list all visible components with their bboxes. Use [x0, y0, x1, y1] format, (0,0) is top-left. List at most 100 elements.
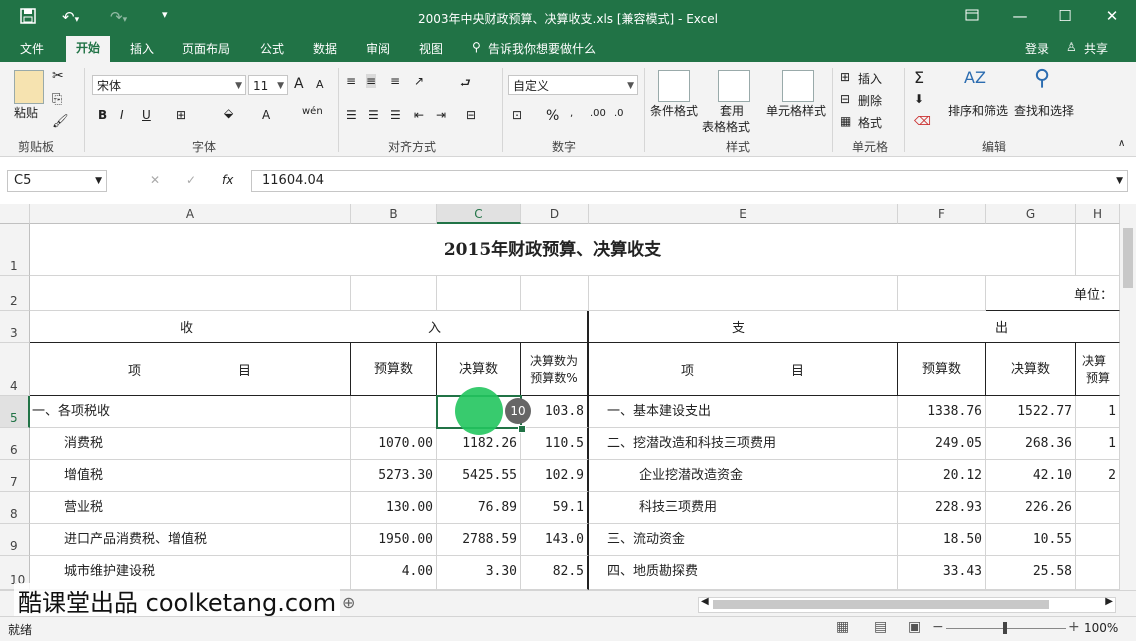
- cell-d7[interactable]: 102.9: [521, 460, 589, 492]
- percent-button[interactable]: %: [546, 108, 559, 124]
- paste-button-label[interactable]: 粘贴: [14, 104, 38, 121]
- align-left-icon[interactable]: ☰: [346, 108, 357, 122]
- clear-icon[interactable]: ⌫: [914, 114, 931, 128]
- close-icon[interactable]: ✕: [1092, 7, 1132, 25]
- cell-c2[interactable]: [437, 276, 521, 311]
- share-button[interactable]: 共享: [1084, 40, 1108, 57]
- cell-a6[interactable]: 消费税: [30, 428, 351, 460]
- tab-file[interactable]: 文件: [20, 40, 44, 57]
- column-header-f[interactable]: F: [898, 204, 986, 224]
- hdr-pct-income[interactable]: 决算数为 预算数%: [521, 343, 589, 396]
- ribbon-display-icon[interactable]: [952, 7, 992, 25]
- cell-g7[interactable]: 42.10: [986, 460, 1076, 492]
- horizontal-scroll-thumb[interactable]: [713, 600, 1049, 609]
- align-bottom-icon[interactable]: ≡: [390, 74, 400, 88]
- minimize-icon[interactable]: —: [1000, 7, 1040, 25]
- column-header-a[interactable]: A: [30, 204, 351, 224]
- cell-e7[interactable]: 企业挖潜改造资金: [589, 460, 898, 492]
- column-header-e[interactable]: E: [589, 204, 898, 224]
- format-cells-icon[interactable]: ▦: [840, 114, 851, 128]
- cell-a9[interactable]: 进口产品消费税、增值税: [30, 524, 351, 556]
- normal-view-icon[interactable]: ▦: [836, 619, 849, 635]
- sheet-title[interactable]: 2015年财政预算、决算收支: [30, 224, 1076, 276]
- cell-d8[interactable]: 59.1: [521, 492, 589, 524]
- wrap-text-icon[interactable]: ⮐: [460, 74, 471, 95]
- font-name-select[interactable]: 宋体 ▼: [92, 75, 246, 95]
- hdr-actual-expense[interactable]: 决算数: [986, 343, 1076, 396]
- cell-e9[interactable]: 三、流动资金: [589, 524, 898, 556]
- row-header-6[interactable]: 6: [0, 428, 30, 460]
- cell-h6[interactable]: 1: [1076, 428, 1120, 460]
- fill-color-icon[interactable]: ⬙: [224, 106, 233, 120]
- cell-b5[interactable]: [351, 396, 437, 428]
- tab-data[interactable]: 数据: [313, 40, 337, 57]
- grow-font-icon[interactable]: A: [294, 76, 304, 92]
- decrease-decimal-icon[interactable]: .0: [614, 108, 624, 119]
- tab-insert[interactable]: 插入: [130, 40, 154, 57]
- cell-f7[interactable]: 20.12: [898, 460, 986, 492]
- find-select-icon[interactable]: ⚲: [1034, 66, 1050, 91]
- add-sheet-icon[interactable]: ⊕: [342, 593, 355, 612]
- format-as-table-label1[interactable]: 套用: [720, 102, 744, 119]
- cell-f5[interactable]: 1338.76: [898, 396, 986, 428]
- cell-c10[interactable]: 3.30: [437, 556, 521, 590]
- select-all-corner[interactable]: [0, 204, 30, 224]
- fill-handle[interactable]: [518, 425, 526, 433]
- insert-cells-icon[interactable]: ⊞: [840, 70, 850, 84]
- cell-f6[interactable]: 249.05: [898, 428, 986, 460]
- cell-f9[interactable]: 18.50: [898, 524, 986, 556]
- vertical-scroll-thumb[interactable]: [1123, 228, 1133, 288]
- column-header-h[interactable]: H: [1076, 204, 1120, 224]
- cell-h8[interactable]: [1076, 492, 1120, 524]
- phonetic-icon[interactable]: wén: [302, 106, 323, 117]
- hdr-item-expense[interactable]: 项 目: [589, 343, 898, 396]
- expense-header[interactable]: 支 出: [589, 311, 1120, 343]
- cell-f10[interactable]: 33.43: [898, 556, 986, 590]
- sort-filter-icon[interactable]: AZ: [964, 68, 986, 87]
- border-icon[interactable]: ⊞: [176, 108, 186, 122]
- cell-a5[interactable]: 一、各项税收: [30, 396, 351, 428]
- page-break-view-icon[interactable]: ▣: [908, 619, 921, 635]
- row-header-2[interactable]: 2: [0, 276, 30, 311]
- cell-f2[interactable]: [898, 276, 986, 311]
- income-header[interactable]: 收 入: [30, 311, 589, 343]
- cell-g6[interactable]: 268.36: [986, 428, 1076, 460]
- find-select-button[interactable]: 查找和选择: [1014, 102, 1074, 119]
- merge-center-icon[interactable]: ⊟: [466, 108, 476, 122]
- hdr-budget-expense[interactable]: 预算数: [898, 343, 986, 396]
- cell-d10[interactable]: 82.5: [521, 556, 589, 590]
- column-header-d[interactable]: D: [521, 204, 589, 224]
- cut-icon[interactable]: ✂: [52, 68, 64, 84]
- insert-function-icon[interactable]: fx: [222, 173, 233, 187]
- tab-view[interactable]: 视图: [419, 40, 443, 57]
- cell-h7[interactable]: 2: [1076, 460, 1120, 492]
- cell-h5[interactable]: 1: [1076, 396, 1120, 428]
- column-header-g[interactable]: G: [986, 204, 1076, 224]
- align-center-icon[interactable]: ☰: [368, 108, 379, 122]
- page-layout-view-icon[interactable]: ▤: [874, 619, 887, 635]
- cell-b10[interactable]: 4.00: [351, 556, 437, 590]
- number-format-select[interactable]: 自定义 ▼: [508, 75, 638, 95]
- cell-g10[interactable]: 25.58: [986, 556, 1076, 590]
- zoom-slider-thumb[interactable]: [1003, 622, 1007, 634]
- cell-d6[interactable]: 110.5: [521, 428, 589, 460]
- cell-c7[interactable]: 5425.55: [437, 460, 521, 492]
- cell-f8[interactable]: 228.93: [898, 492, 986, 524]
- cell-a8[interactable]: 营业税: [30, 492, 351, 524]
- align-middle-icon[interactable]: ≡: [366, 74, 377, 88]
- cell-d2[interactable]: [521, 276, 589, 311]
- cell-g9[interactable]: 10.55: [986, 524, 1076, 556]
- zoom-out-button[interactable]: −: [932, 619, 944, 635]
- increase-decimal-icon[interactable]: .00: [590, 108, 606, 119]
- copy-icon[interactable]: ⎘: [52, 92, 62, 107]
- vertical-scrollbar[interactable]: [1120, 204, 1136, 590]
- cell-g8[interactable]: 226.26: [986, 492, 1076, 524]
- cancel-icon[interactable]: ✕: [150, 173, 160, 187]
- italic-button[interactable]: I: [120, 108, 124, 122]
- orientation-icon[interactable]: ↗: [414, 74, 424, 88]
- format-painter-icon[interactable]: 🖌: [52, 114, 69, 129]
- cell-c9[interactable]: 2788.59: [437, 524, 521, 556]
- tab-home[interactable]: 开始: [66, 36, 111, 62]
- row-header-3[interactable]: 3: [0, 311, 30, 343]
- cell-a2[interactable]: [30, 276, 351, 311]
